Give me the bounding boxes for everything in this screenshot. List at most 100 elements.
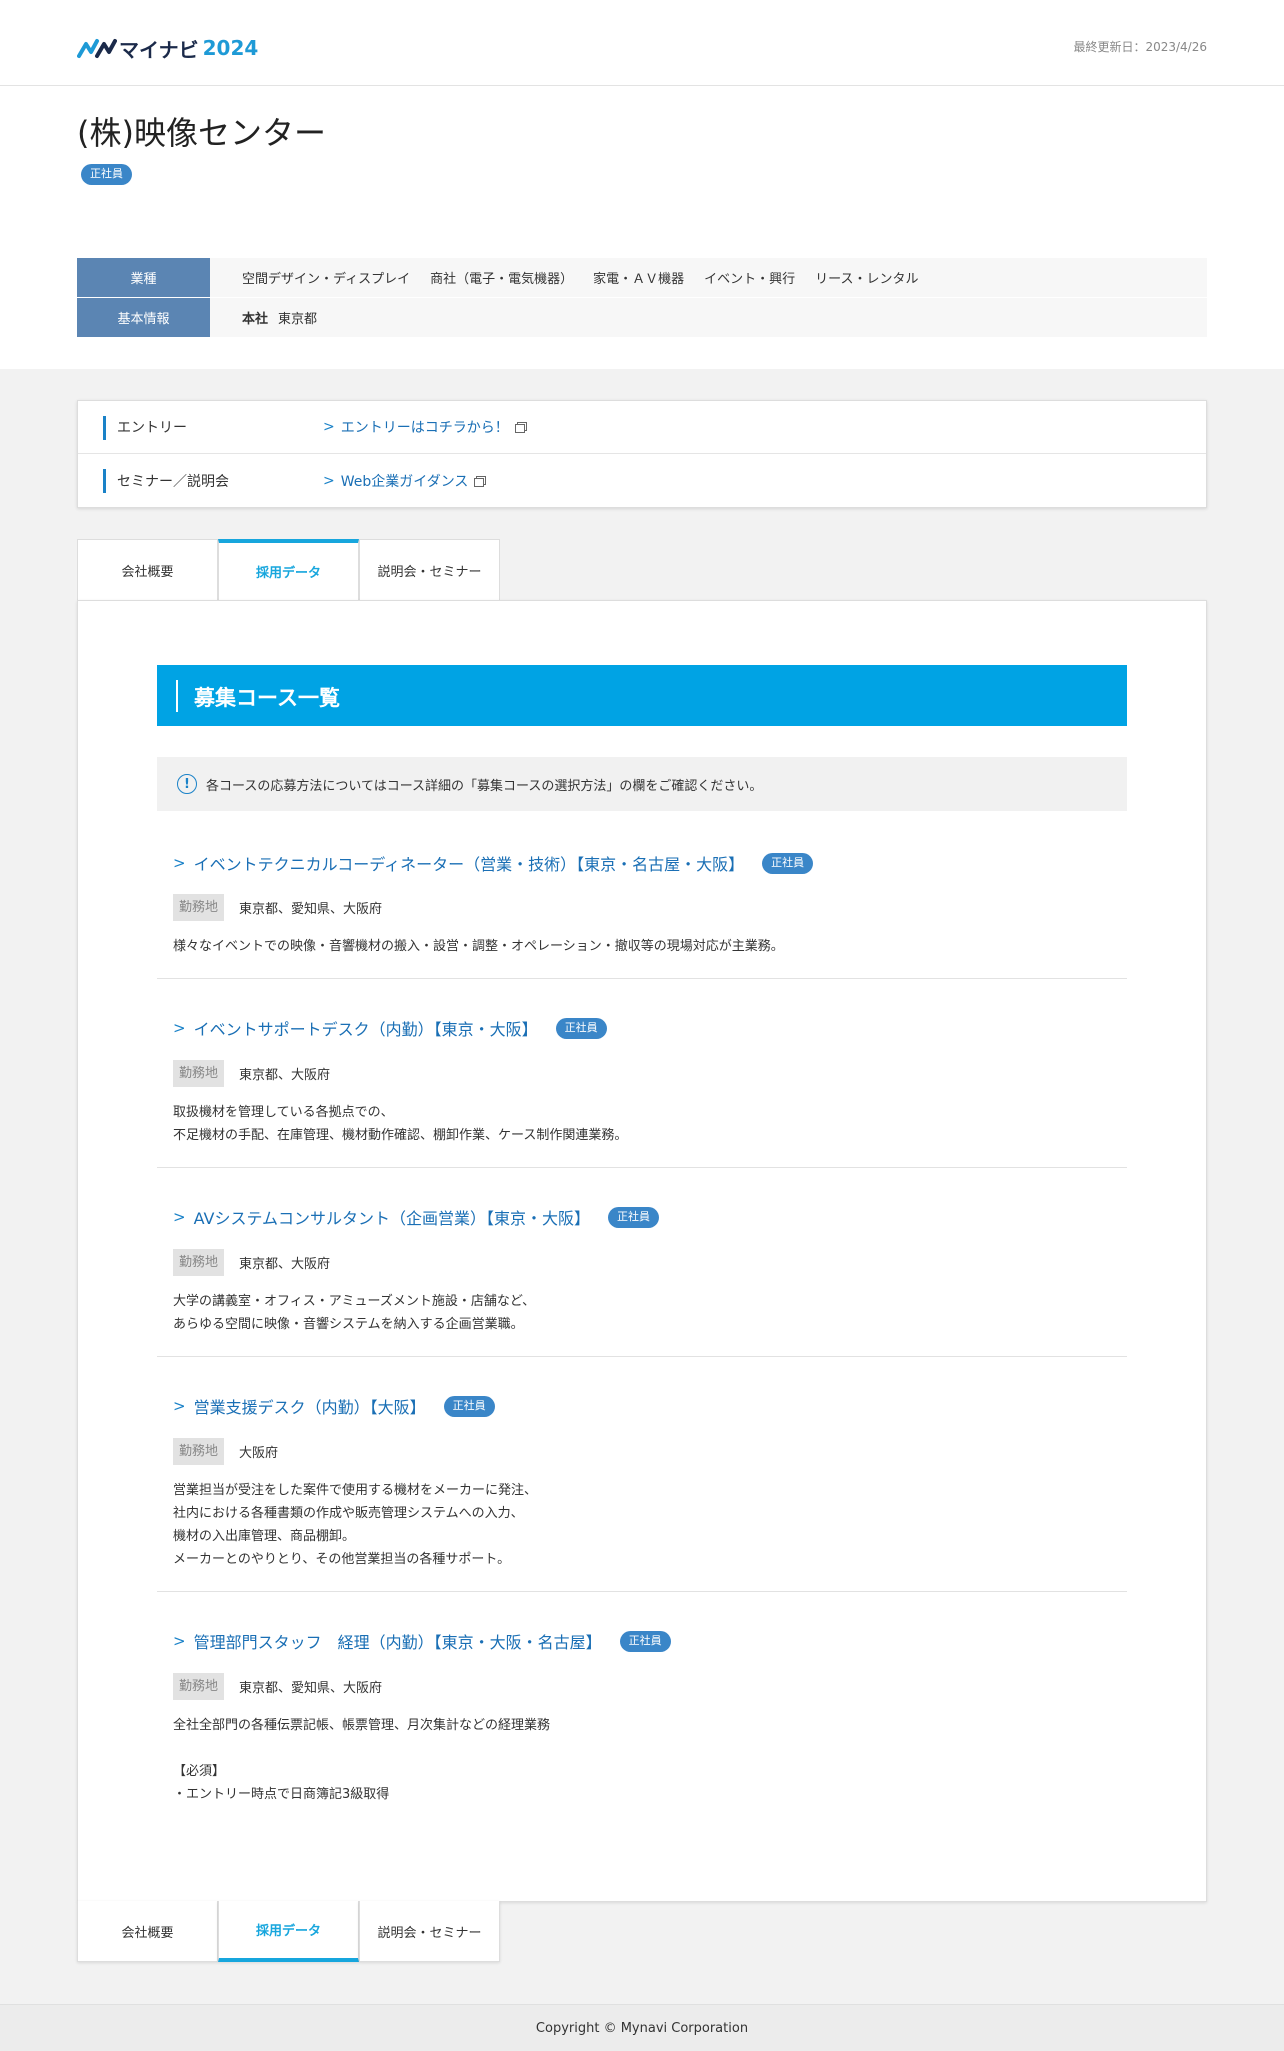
location-value: 東京都、愛知県、大阪府 [239, 1681, 383, 1696]
chevron-right-icon: > [323, 472, 335, 489]
course-title-link[interactable]: > 営業支援デスク（内勤）【大阪】 正社員 [173, 1394, 495, 1418]
notice-text: 各コースの応募方法についてはコース詳細の「募集コースの選択方法」の欄をご確認くだ… [206, 778, 763, 794]
course-title: 営業支援デスク（内勤）【大阪】 [193, 1398, 426, 1417]
tab-bar-top: 会社概要 採用データ 説明会・セミナー [77, 539, 501, 600]
tab-recruitment-data[interactable]: 採用データ [218, 539, 359, 600]
tab-recruitment-data[interactable]: 採用データ [218, 1901, 359, 1962]
info-icon: ! [177, 774, 197, 794]
logo-year: 2024 [202, 36, 259, 60]
location-row: 勤務地 大阪府 [173, 1438, 278, 1465]
site-header: マイナビ 2024 最終更新日：2023/4/26 [0, 0, 1284, 86]
tab-company-overview[interactable]: 会社概要 [77, 1901, 218, 1962]
tab-company-overview[interactable]: 会社概要 [77, 539, 218, 600]
course-title: イベントサポートデスク（内勤）【東京・大阪】 [193, 1020, 538, 1039]
employment-badge: 正社員 [443, 1395, 495, 1417]
location-value: 大阪府 [239, 1446, 279, 1461]
basic-info-label: 基本情報 [77, 298, 210, 337]
entry-row: エントリー > エントリーはコチラから！ [78, 401, 1206, 454]
course-title-link[interactable]: > イベントサポートデスク（内勤）【東京・大阪】 正社員 [173, 1016, 607, 1040]
external-window-icon [474, 475, 487, 487]
hq-label: 本社 [242, 312, 269, 327]
industry-value: 空間デザイン・ディスプレイ 商社（電子・電気機器） 家電・ＡＶ機器 イベント・興… [210, 258, 1207, 297]
location-row: 勤務地 東京都、愛知県、大阪府 [173, 1673, 382, 1700]
employment-badge: 正社員 [607, 1206, 659, 1228]
location-label: 勤務地 [173, 894, 225, 921]
basic-info-value: 本社 東京都 [210, 298, 1207, 337]
company-name: (株)映像センター [77, 114, 326, 152]
location-label: 勤務地 [173, 1060, 225, 1087]
entry-label: エントリー [117, 420, 187, 436]
location-row: 勤務地 東京都、大阪府 [173, 1060, 330, 1087]
tab-seminars[interactable]: 説明会・セミナー [359, 1901, 500, 1962]
course-item: > イベントテクニカルコーディネーター（営業・技術）【東京・名古屋・大阪】 正社… [157, 839, 1127, 979]
hq-value: 東京都 [278, 312, 318, 327]
company-info-table: 業種 空間デザイン・ディスプレイ 商社（電子・電気機器） 家電・ＡＶ機器 イベン… [77, 258, 1207, 338]
company-summary: (株)映像センター 正社員 業種 空間デザイン・ディスプレイ 商社（電子・電気機… [0, 86, 1284, 369]
course-item: > 営業支援デスク（内勤）【大阪】 正社員 勤務地 大阪府 営業担当が受注をした… [157, 1357, 1127, 1592]
chevron-right-icon: > [173, 1632, 186, 1650]
course-description: 大学の講義室・オフィス・アミューズメント施設・店舗など、 あらゆる空間に映像・音… [173, 1294, 536, 1332]
location-row: 勤務地 東京都、愛知県、大阪府 [173, 894, 382, 921]
chevron-right-icon: > [173, 1208, 186, 1226]
course-description: 取扱機材を管理している各拠点での、 不足機材の手配、在庫管理、機材動作確認、棚卸… [173, 1105, 628, 1143]
last-updated: 最終更新日：2023/4/26 [1073, 40, 1207, 54]
course-title-link[interactable]: > イベントテクニカルコーディネーター（営業・技術）【東京・名古屋・大阪】 正社… [173, 851, 814, 875]
chevron-right-icon: > [173, 1019, 186, 1037]
mynavi-logo-icon [77, 39, 117, 58]
chevron-right-icon: > [323, 419, 335, 435]
course-item: > イベントサポートデスク（内勤）【東京・大阪】 正社員 勤務地 東京都、大阪府… [157, 979, 1127, 1168]
course-title: 管理部門スタッフ 経理（内勤）【東京・大阪・名古屋】 [193, 1633, 602, 1652]
copyright: Copyright © Mynavi Corporation [535, 2020, 749, 2036]
location-label: 勤務地 [173, 1249, 225, 1276]
course-title-link[interactable]: > AVシステムコンサルタント（企画営業）【東京・大阪】 正社員 [173, 1205, 659, 1229]
course-title-link[interactable]: > 管理部門スタッフ 経理（内勤）【東京・大阪・名古屋】 正社員 [173, 1629, 671, 1653]
industry-item: 空間デザイン・ディスプレイ [242, 272, 411, 287]
section-header: 募集コース一覧 [157, 665, 1127, 726]
course-item: > 管理部門スタッフ 経理（内勤）【東京・大阪・名古屋】 正社員 勤務地 東京都… [157, 1592, 1127, 1832]
location-value: 東京都、大阪府 [239, 1068, 331, 1083]
industry-item: イベント・興行 [704, 272, 796, 287]
employment-badge: 正社員 [555, 1017, 607, 1039]
seminar-row-marker [103, 469, 106, 493]
seminar-link-text: Web企業ガイダンス [340, 473, 469, 490]
course-description: 様々なイベントでの映像・音響機材の搬入・設営・調整・オペレーション・撤収等の現場… [173, 939, 784, 954]
seminar-label: セミナー／説明会 [117, 473, 229, 490]
entry-row-marker [103, 416, 106, 440]
course-description: 全社全部門の各種伝票記帳、帳票管理、月次集計などの経理業務 【必須】 ・エントリ… [173, 1718, 551, 1802]
industry-item: リース・レンタル [815, 272, 919, 287]
chevron-right-icon: > [173, 1397, 186, 1415]
recruitment-panel: 募集コース一覧 ! 各コースの応募方法についてはコース詳細の「募集コースの選択方… [77, 600, 1207, 1902]
course-title: AVシステムコンサルタント（企画営業）【東京・大阪】 [193, 1209, 590, 1228]
entry-links-box: エントリー > エントリーはコチラから！ セミナー／説明会 > Web企業ガイダ… [77, 400, 1207, 508]
external-window-icon [514, 422, 527, 433]
notice-box: ! 各コースの応募方法についてはコース詳細の「募集コースの選択方法」の欄をご確認… [157, 757, 1127, 811]
chevron-right-icon: > [173, 854, 186, 872]
location-label: 勤務地 [173, 1438, 225, 1465]
course-item: > AVシステムコンサルタント（企画営業）【東京・大阪】 正社員 勤務地 東京都… [157, 1168, 1127, 1357]
employment-badge: 正社員 [619, 1630, 671, 1652]
location-value: 東京都、大阪府 [239, 1257, 331, 1272]
industry-item: 商社（電子・電気機器） [430, 272, 574, 287]
industry-label: 業種 [77, 258, 210, 297]
employment-badge: 正社員 [81, 164, 132, 185]
tab-bar-bottom: 会社概要 採用データ 説明会・セミナー [77, 1901, 501, 1962]
industry-item: 家電・ＡＶ機器 [593, 272, 685, 287]
entry-link-text: エントリーはコチラから！ [340, 420, 509, 436]
seminar-link[interactable]: > Web企業ガイダンス [323, 471, 487, 491]
industry-row: 業種 空間デザイン・ディスプレイ 商社（電子・電気機器） 家電・ＡＶ機器 イベン… [77, 258, 1207, 297]
location-value: 東京都、愛知県、大阪府 [239, 902, 383, 917]
section-header-marker [176, 680, 178, 712]
seminar-row: セミナー／説明会 > Web企業ガイダンス [78, 454, 1206, 507]
logo-text: マイナビ [119, 37, 199, 62]
employment-badge: 正社員 [762, 852, 814, 874]
course-description: 営業担当が受注をした案件で使用する機材をメーカーに発注、 社内における各種書類の… [173, 1483, 538, 1567]
entry-link[interactable]: > エントリーはコチラから！ [323, 417, 527, 437]
tab-seminars[interactable]: 説明会・セミナー [359, 539, 500, 600]
location-label: 勤務地 [173, 1673, 225, 1700]
section-title: 募集コース一覧 [194, 686, 340, 710]
site-footer: Copyright © Mynavi Corporation [0, 2004, 1284, 2051]
location-row: 勤務地 東京都、大阪府 [173, 1249, 330, 1276]
course-title: イベントテクニカルコーディネーター（営業・技術）【東京・名古屋・大阪】 [193, 855, 745, 874]
basic-info-row: 基本情報 本社 東京都 [77, 298, 1207, 337]
mynavi-logo[interactable]: マイナビ 2024 [77, 34, 258, 62]
